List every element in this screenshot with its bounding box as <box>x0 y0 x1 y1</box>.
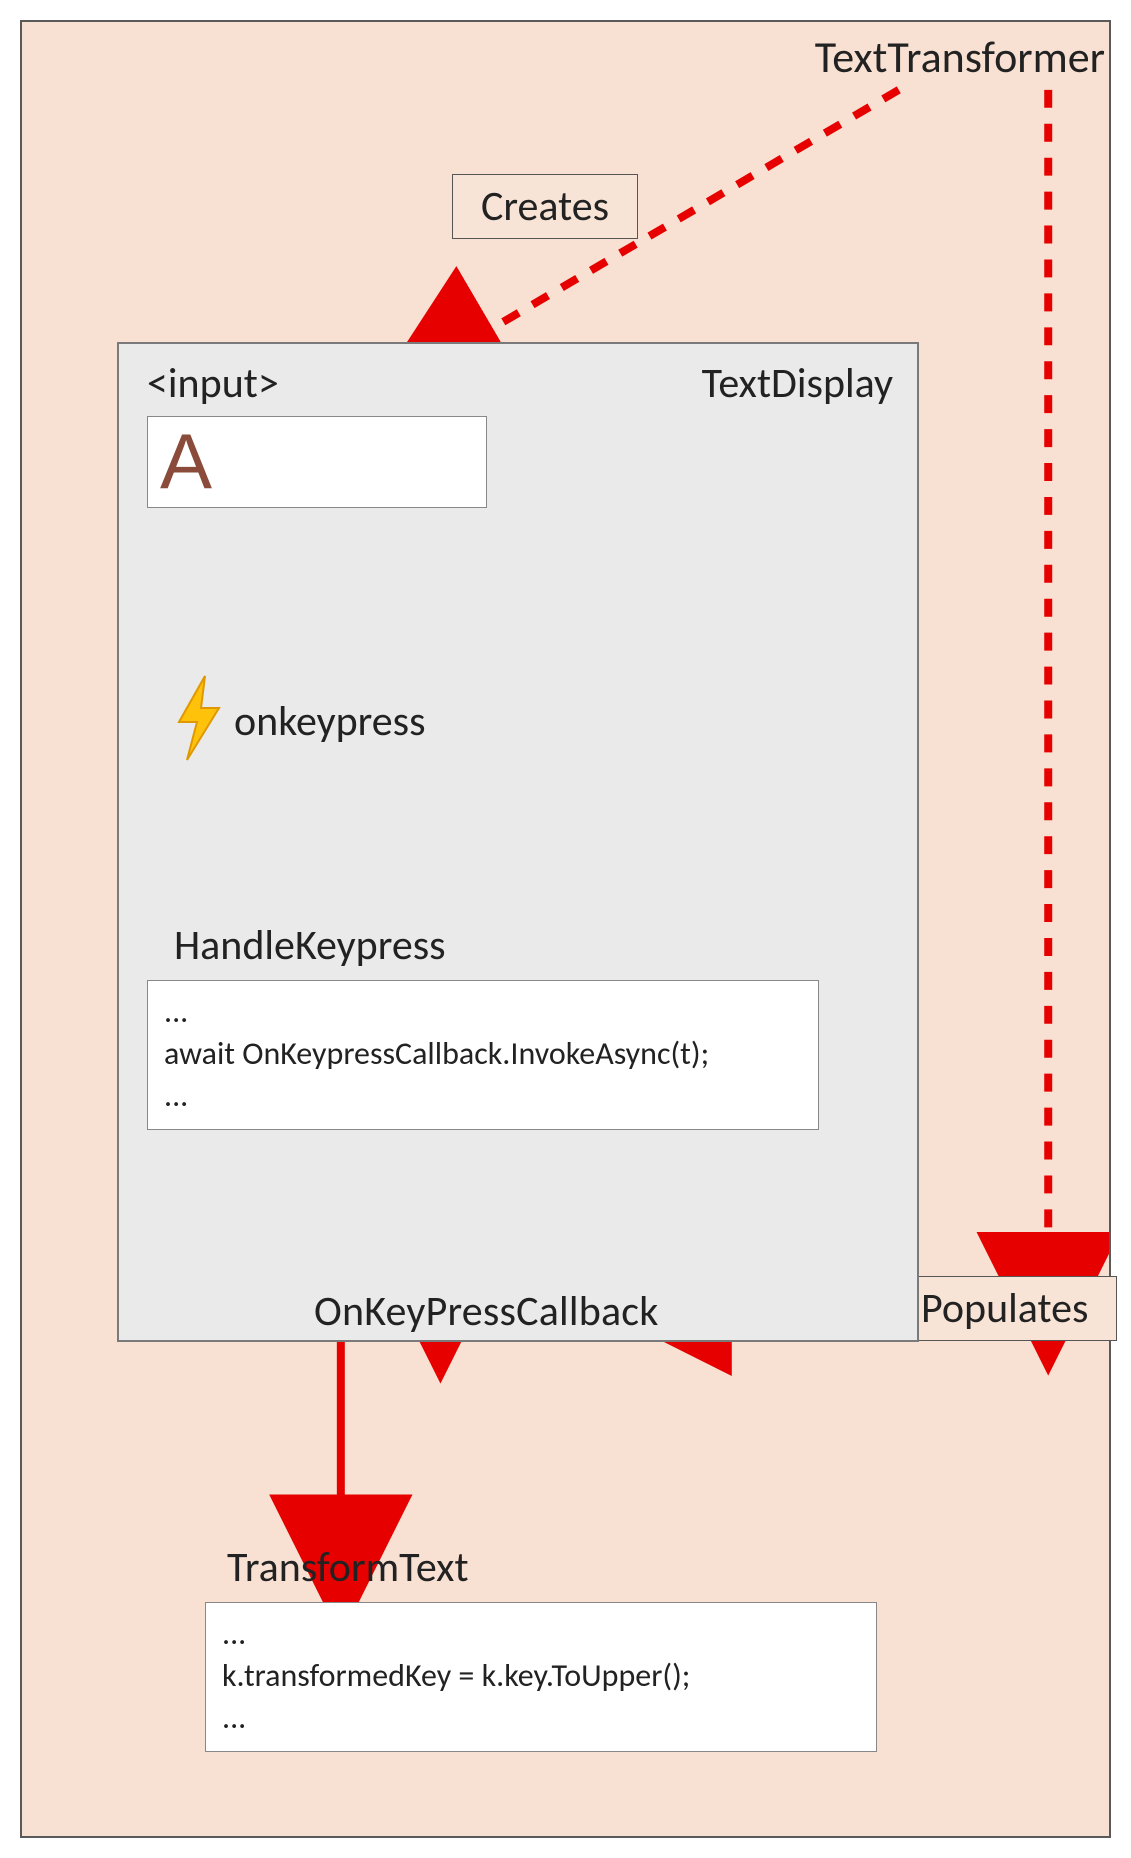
code-line: ... <box>222 1613 860 1655</box>
transformtext-code-box: ... k.transformedKey = k.key.ToUpper(); … <box>205 1602 877 1752</box>
populates-label-box: Populates <box>892 1276 1117 1341</box>
handlekeypress-code-box: ... await OnKeypressCallback.InvokeAsync… <box>147 980 819 1130</box>
transformtext-title: TransformText <box>227 1542 469 1593</box>
outer-title: TextTransformer <box>815 30 1105 84</box>
input-tag-label: <input> <box>147 358 279 409</box>
code-line: ... <box>164 991 802 1033</box>
code-line: ... <box>222 1697 860 1739</box>
onkeypress-event-label: onkeypress <box>234 696 426 747</box>
creates-label: Creates <box>481 181 609 232</box>
textdisplay-container: <input> TextDisplay A onkeypress HandleK… <box>117 342 919 1342</box>
code-line: ... <box>164 1075 802 1117</box>
onkeypresscallback-label: OnKeyPressCallback <box>314 1286 659 1337</box>
texttransformer-container: TextTransformer Creates Populates <input… <box>20 20 1111 1838</box>
populates-label: Populates <box>921 1283 1088 1334</box>
creates-label-box: Creates <box>452 174 638 239</box>
lightning-icon <box>169 674 229 764</box>
textdisplay-title: TextDisplay <box>702 358 893 409</box>
handlekeypress-title: HandleKeypress <box>174 920 446 971</box>
code-line: k.transformedKey = k.key.ToUpper(); <box>222 1655 860 1697</box>
text-input[interactable]: A <box>147 416 487 508</box>
code-line: await OnKeypressCallback.InvokeAsync(t); <box>164 1033 802 1075</box>
